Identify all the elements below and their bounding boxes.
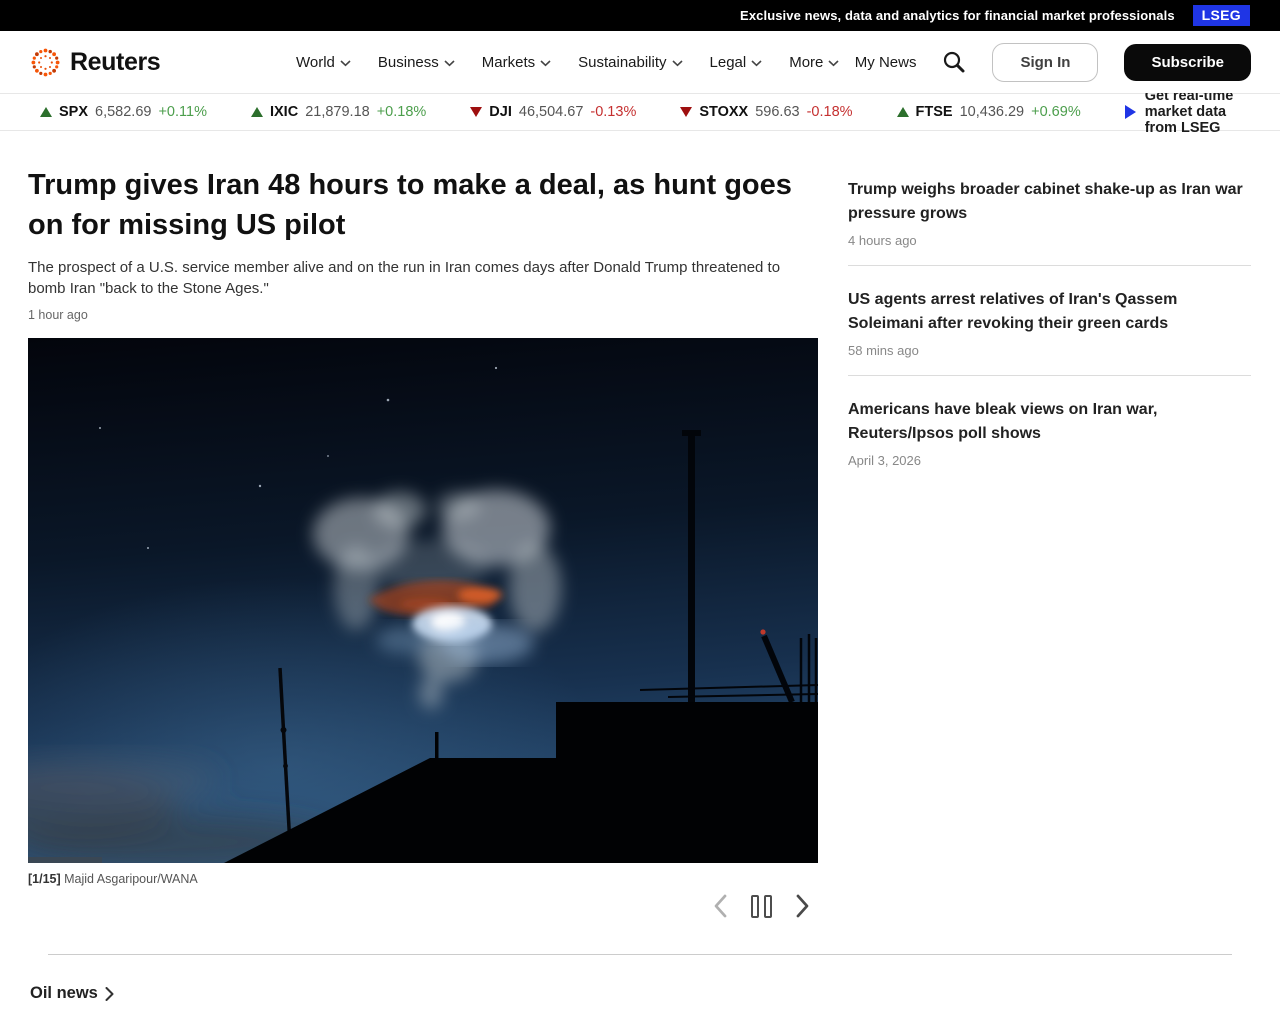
site-header: Reuters World Business Markets Sustainab…: [0, 31, 1280, 93]
carousel-prev-button[interactable]: [713, 894, 727, 918]
story-timestamp: April 3, 2026: [848, 453, 921, 468]
chevron-down-icon: [671, 59, 683, 66]
lseg-promo-bar: Exclusive news, data and analytics for f…: [0, 0, 1280, 31]
lead-story: Trump gives Iran 48 hours to make a deal…: [28, 165, 818, 918]
oil-news-section-link[interactable]: Oil news: [30, 984, 1280, 1003]
chevron-down-icon: [540, 59, 551, 66]
lseg-market-data-link[interactable]: Get real-time market data from LSEG: [1124, 88, 1251, 136]
story-timestamp: 58 mins ago: [848, 343, 919, 358]
reuters-wordmark: Reuters: [70, 47, 161, 76]
story-title[interactable]: Americans have bleak views on Iran war, …: [848, 398, 1251, 446]
nav-item-markets[interactable]: Markets: [482, 54, 551, 71]
lead-summary: The prospect of a U.S. service member al…: [28, 259, 781, 297]
nav-item-business[interactable]: Business: [378, 54, 455, 71]
chevron-down-icon: [444, 59, 455, 66]
trend-triangle-icon: [470, 107, 483, 117]
trend-triangle-icon: [250, 107, 263, 117]
market-ticker-bar: SPX 6,582.69 +0.11% IXIC 21,879.18 +0.18…: [0, 88, 1280, 136]
ticker-spx[interactable]: SPX 6,582.69 +0.11%: [40, 104, 207, 120]
lseg-tagline: Exclusive news, data and analytics for f…: [740, 8, 1175, 23]
main-content: Trump gives Iran 48 hours to make a deal…: [0, 131, 1280, 918]
sidebar-story-1: Trump weighs broader cabinet shake-up as…: [848, 178, 1251, 265]
carousel-pause-button[interactable]: [751, 894, 772, 918]
trend-triangle-icon: [680, 107, 693, 117]
trend-triangle-icon: [40, 107, 52, 117]
pause-icon: [764, 894, 772, 918]
ticker-stoxx[interactable]: STOXX 596.63 -0.18%: [680, 104, 853, 120]
ticker-ftse[interactable]: FTSE 10,436.29 +0.69%: [896, 104, 1081, 120]
lead-headline[interactable]: Trump gives Iran 48 hours to make a deal…: [28, 165, 808, 245]
carousel-controls: [28, 894, 818, 918]
pause-icon: [751, 894, 759, 918]
caption-credit: Majid Asgaripour/WANA: [64, 872, 198, 886]
section-divider: [48, 954, 1232, 955]
header-actions: My News Sign In Subscribe: [855, 31, 1251, 93]
chevron-right-icon: [796, 894, 809, 918]
night-sky-smoke-photo: [28, 338, 818, 863]
nav-item-sustainability[interactable]: Sustainability: [578, 54, 683, 71]
nav-item-more[interactable]: More: [789, 54, 839, 71]
story-timestamp: 4 hours ago: [848, 233, 917, 248]
lseg-logo-badge[interactable]: LSEG: [1192, 5, 1250, 26]
photo-caption: [1/15] Majid Asgaripour/WANA: [28, 872, 818, 886]
chevron-right-icon: [105, 986, 114, 1001]
reuters-logo[interactable]: Reuters: [30, 31, 161, 93]
play-triangle-icon: [1124, 105, 1136, 119]
lead-photo[interactable]: [28, 338, 818, 863]
primary-nav: World Business Markets Sustainability Le…: [296, 31, 839, 93]
nav-item-world[interactable]: World: [296, 54, 351, 71]
chevron-down-icon: [751, 59, 762, 66]
caption-index: [1/15]: [28, 872, 61, 886]
sidebar-story-3: Americans have bleak views on Iran war, …: [848, 375, 1251, 485]
story-title[interactable]: Trump weighs broader cabinet shake-up as…: [848, 178, 1251, 226]
chevron-down-icon: [828, 59, 839, 66]
search-icon: [944, 51, 965, 73]
oil-news-section: Oil news Iran says it hit Israel-linked …: [0, 954, 1280, 1024]
search-button[interactable]: [942, 50, 966, 74]
carousel-next-button[interactable]: [796, 894, 810, 918]
sidebar-story-2: US agents arrest relatives of Iran's Qas…: [848, 265, 1251, 375]
nav-item-legal[interactable]: Legal: [710, 54, 763, 71]
my-news-link[interactable]: My News: [855, 54, 917, 71]
ticker-dji[interactable]: DJI 46,504.67 -0.13%: [470, 104, 636, 120]
lead-timestamp: 1 hour ago: [28, 308, 88, 322]
trend-triangle-icon: [896, 107, 909, 117]
reuters-dotted-circle-icon: [31, 48, 60, 76]
ticker-ixic[interactable]: IXIC 21,879.18 +0.18%: [250, 104, 426, 120]
chevron-left-icon: [714, 894, 727, 918]
sign-in-button[interactable]: Sign In: [992, 42, 1099, 82]
subscribe-button[interactable]: Subscribe: [1124, 43, 1251, 81]
story-title[interactable]: US agents arrest relatives of Iran's Qas…: [848, 288, 1251, 336]
chevron-down-icon: [340, 59, 351, 66]
related-stories-sidebar: Trump weighs broader cabinet shake-up as…: [848, 165, 1251, 918]
